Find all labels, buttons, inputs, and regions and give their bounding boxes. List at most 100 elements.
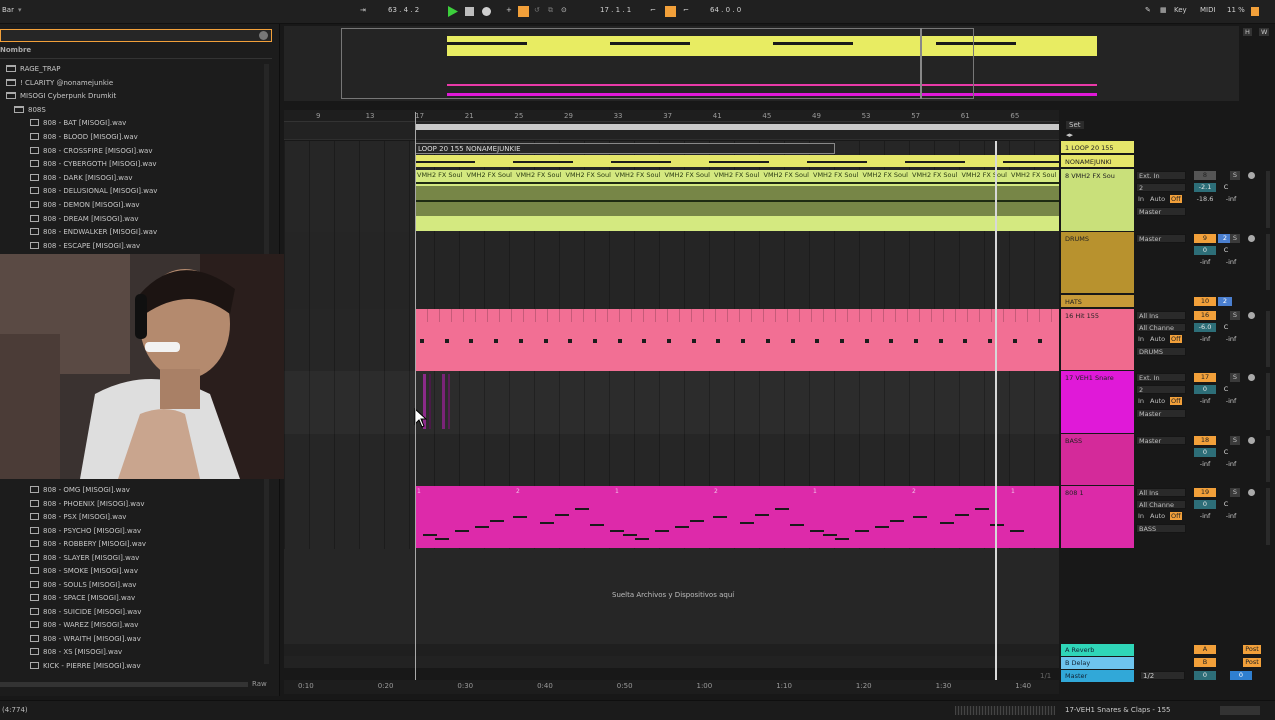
loop-length-display[interactable]: 64 . 0 . 0 (710, 6, 741, 14)
solo-button[interactable]: S (1230, 171, 1240, 180)
lane-bass[interactable] (284, 434, 1059, 486)
input-type-select[interactable]: All Ins (1136, 488, 1186, 497)
send-b-field[interactable]: -inf (1220, 460, 1242, 469)
browser-item[interactable]: 808S (0, 105, 46, 119)
output-select[interactable]: Master (1136, 436, 1186, 445)
track-header[interactable]: DRUMS (1061, 232, 1134, 293)
pan-field[interactable]: C (1220, 385, 1232, 394)
browser-item[interactable]: 808 - PSYCHO [MISOGI].wav (0, 526, 141, 540)
pan-field[interactable]: C (1220, 323, 1232, 332)
monitor-auto-button[interactable]: Auto (1150, 512, 1165, 520)
return-track-header[interactable]: B Delay (1061, 657, 1134, 669)
return-letter-button[interactable]: B (1194, 658, 1216, 667)
solo-button[interactable]: S (1230, 373, 1240, 382)
return-track-header[interactable]: Master (1061, 670, 1134, 682)
browser-item[interactable]: 808 - WRAITH [MISOGI].wav (0, 634, 141, 648)
input-type-select[interactable]: Ext. In (1136, 373, 1186, 382)
monitor-in-button[interactable]: In (1138, 512, 1144, 520)
grid-mode-select[interactable]: Bar (2, 6, 14, 14)
solo-button[interactable]: S (1230, 436, 1240, 445)
session-record-icon[interactable]: ⊙ (561, 6, 567, 14)
arm-button[interactable] (1248, 374, 1255, 381)
monitor-off-button[interactable]: Off (1170, 195, 1182, 203)
arm-button[interactable] (1248, 312, 1255, 319)
input-channel-select[interactable]: All Channe (1136, 500, 1186, 509)
send-b-field[interactable]: -inf (1220, 258, 1242, 267)
output-select[interactable]: DRUMS (1136, 347, 1186, 356)
output-select[interactable]: Master (1136, 409, 1186, 418)
input-channel-select[interactable]: All Channe (1136, 323, 1186, 332)
send-b-field[interactable]: -inf (1220, 512, 1242, 521)
send-a-field[interactable]: -inf (1194, 512, 1216, 521)
send-a-field[interactable]: -inf (1194, 460, 1216, 469)
browser-item[interactable]: 808 - CYBERGOTH [MISOGI].wav (0, 160, 157, 173)
pan-field[interactable]: C (1220, 183, 1232, 192)
browser-item[interactable]: 808 - XS [MISOGI].wav (0, 648, 122, 661)
monitor-in-button[interactable]: In (1138, 335, 1144, 343)
track-header[interactable]: 8 VMH2 FX Sou (1061, 169, 1134, 231)
browser-search-field[interactable] (0, 29, 272, 42)
monitor-off-button[interactable]: Off (1170, 335, 1182, 343)
draw-mode-icon[interactable]: ✎ (1145, 6, 1151, 14)
input-channel-select[interactable]: 2 (1136, 183, 1186, 192)
close-icon[interactable] (259, 31, 268, 40)
punch-in-icon[interactable]: ⌐ (650, 6, 656, 14)
key-map-icon[interactable]: ▦ (1160, 6, 1167, 14)
loop-clip[interactable]: LOOP 20 155 NONAMEJUNKIE (415, 143, 835, 154)
browser-item[interactable]: 808 - BAT [MISOGI].wav (0, 119, 126, 132)
capture-icon[interactable]: ⧉ (548, 6, 553, 15)
browser-item[interactable]: 808 - ESCAPE [MISOGI].wav (0, 241, 140, 255)
raw-toggle[interactable]: Raw (252, 680, 267, 688)
lane-drums[interactable] (284, 232, 1059, 309)
return-track-header[interactable]: A Reverb (1061, 644, 1134, 656)
arm-button[interactable] (1248, 437, 1255, 444)
send-a-field[interactable]: -inf (1194, 397, 1216, 406)
loop-brace-ruler[interactable] (284, 122, 1059, 140)
send-a-field[interactable]: -inf (1194, 335, 1216, 344)
arrangement-position-display[interactable]: 63 . 4 . 2 (388, 6, 419, 14)
monitor-auto-button[interactable]: Auto (1150, 195, 1165, 203)
master-volume[interactable]: 0 (1194, 671, 1216, 680)
track-number-button[interactable]: 17 (1194, 373, 1216, 382)
browser-item[interactable]: RAGE_TRAP (0, 65, 60, 78)
monitor-in-button[interactable]: In (1138, 195, 1144, 203)
monitor-in-button[interactable]: In (1138, 397, 1144, 405)
track-header[interactable]: 17 VEH1 Snare (1061, 371, 1134, 433)
output-select[interactable]: Master (1136, 234, 1186, 243)
solo-button[interactable]: S (1230, 311, 1240, 320)
overview-viewport[interactable] (341, 28, 974, 99)
key-map-button[interactable]: Key (1174, 6, 1187, 14)
browser-item[interactable]: 808 - SLAYER [MISOGI].wav (0, 553, 139, 567)
browser-item[interactable]: 808 - BLOOD [MISOGI].wav (0, 133, 138, 146)
browser-item[interactable]: 808 - SUICIDE [MISOGI].wav (0, 607, 141, 621)
h-button[interactable]: H (1243, 28, 1252, 36)
send-a-field[interactable]: -18.6 (1194, 195, 1216, 204)
loop-clip-yellow[interactable] (415, 155, 1059, 167)
output-select[interactable]: Master (1136, 207, 1186, 216)
track-number-button[interactable]: 18 (1194, 436, 1216, 445)
send-b-field[interactable]: -inf (1220, 195, 1242, 204)
stop-button[interactable] (464, 6, 475, 17)
track-header[interactable]: NONAMEJUNKI (1061, 155, 1134, 167)
browser-h-scrollbar[interactable] (0, 682, 248, 687)
w-button[interactable]: W (1259, 28, 1270, 36)
volume-field[interactable]: -6.0 (1194, 323, 1216, 332)
browser-item[interactable]: KICK - PIERRE [MISOGI].wav (0, 661, 141, 675)
input-type-select[interactable]: Ext. In (1136, 171, 1186, 180)
volume-field[interactable]: 0 (1194, 385, 1216, 394)
loop-brace[interactable] (416, 124, 1059, 130)
play-button[interactable] (447, 6, 458, 17)
input-channel-select[interactable]: 2 (1136, 385, 1186, 394)
track-number-button[interactable]: 16 (1194, 311, 1216, 320)
reenable-automation-icon[interactable]: ↺ (534, 6, 540, 14)
time-ruler[interactable]: 0:10 0:20 0:30 0:40 0:50 1:00 1:10 1:20 1:30 1:40 (284, 680, 1059, 694)
track-number-button[interactable]: 19 (1194, 488, 1216, 497)
send-b-field[interactable]: -inf (1220, 335, 1242, 344)
pan-field[interactable]: C (1220, 246, 1232, 255)
browser-item[interactable]: 808 - SMOKE [MISOGI].wav (0, 567, 138, 580)
volume-field[interactable]: 0 (1194, 500, 1216, 509)
vmh2-fx-clip[interactable]: VMH2 FX Soul VMH2 FX Soul VMH2 FX Soul VMH2… (415, 170, 1059, 231)
set-locator-button[interactable]: Set (1066, 121, 1084, 129)
track-header[interactable]: 1 LOOP 20 155 (1061, 141, 1134, 153)
browser-item[interactable]: 808 - ENDWALKER [MISOGI].wav (0, 228, 157, 241)
